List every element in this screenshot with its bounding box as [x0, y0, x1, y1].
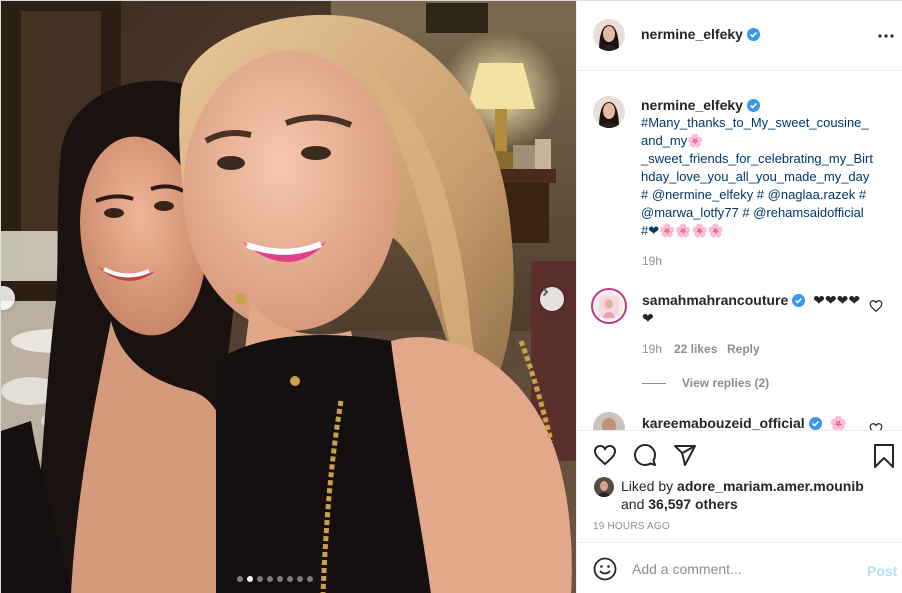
carousel-dot[interactable]	[257, 576, 263, 582]
caption-line[interactable]: and_my🌸	[641, 132, 891, 150]
commenter-username[interactable]: kareemabouzeid_official	[642, 415, 805, 430]
comment-text: 🌸	[829, 415, 847, 430]
comment-likes-count[interactable]: 22 likes	[674, 342, 717, 356]
avatar-image	[593, 412, 625, 430]
carousel-dot[interactable]	[297, 576, 303, 582]
commenter-avatar[interactable]	[593, 412, 625, 430]
view-replies-label: View replies (2)	[682, 376, 770, 390]
post-header: nermine_elfeky	[577, 1, 902, 71]
commenter-avatar[interactable]	[591, 288, 627, 324]
liked-by-and: and	[621, 496, 645, 512]
view-replies-button[interactable]: View replies (2)	[642, 376, 769, 390]
author-username[interactable]: nermine_elfeky	[641, 26, 743, 42]
post-timestamp[interactable]: 19 HOURS AGO	[593, 521, 670, 532]
comment-text-line2: ❤	[642, 310, 654, 326]
photo-illustration	[1, 1, 576, 593]
post-actions: Liked by adore_mariam.amer.mounib and 36…	[577, 430, 902, 542]
liker-avatar[interactable]	[594, 477, 614, 497]
author-avatar[interactable]	[593, 19, 625, 51]
chevron-right-icon	[542, 287, 549, 297]
caption-text: #Many_thanks_to_My_sweet_cousine_ and_my…	[641, 114, 891, 240]
comment-icon[interactable]	[633, 443, 657, 467]
instagram-post-modal: nermine_elfeky nermine_elfeky #Many_than…	[0, 0, 902, 593]
carousel-dot[interactable]	[277, 576, 283, 582]
share-icon[interactable]	[673, 443, 697, 467]
caption-line[interactable]: @marwa_lotfy77 # @rehamsaidofficial	[641, 204, 891, 222]
like-comment-heart-icon[interactable]	[869, 299, 883, 313]
caption-line[interactable]: # @nermine_elfeky # @naglaa.razek #	[641, 186, 891, 204]
avatar-image	[595, 292, 623, 320]
author-name-row: nermine_elfeky	[641, 26, 760, 44]
post-photo[interactable]	[1, 1, 576, 593]
comment-reply-button[interactable]: Reply	[727, 342, 760, 356]
comment-2: kareemabouzeid_official 🌸	[642, 414, 892, 430]
liked-by-user[interactable]: adore_mariam.amer.mounib	[677, 478, 864, 494]
like-comment-heart-icon[interactable]	[869, 422, 883, 430]
caption-author-avatar[interactable]	[593, 96, 625, 128]
add-comment-input[interactable]	[632, 557, 852, 581]
liked-by-others[interactable]: 36,597 others	[648, 496, 738, 512]
carousel-dot[interactable]	[247, 576, 253, 582]
avatar-image	[594, 477, 614, 497]
caption-line[interactable]: hday_love_you_all_you_made_my_day	[641, 168, 891, 186]
carousel-next-button[interactable]	[540, 287, 564, 311]
avatar-image	[593, 96, 625, 128]
carousel-dot[interactable]	[267, 576, 273, 582]
comment-text-line1: ❤❤❤❤	[813, 292, 861, 308]
comments-list[interactable]: nermine_elfeky #Many_thanks_to_My_sweet_…	[577, 72, 902, 430]
liked-by-text: Liked by adore_mariam.amer.mounib and 36…	[621, 477, 891, 513]
caption-line[interactable]: #Many_thanks_to_My_sweet_cousine_	[641, 114, 891, 132]
comment-1: samahmahrancouture ❤❤❤❤ ❤	[642, 291, 892, 327]
caption-line[interactable]: #❤🌸🌸🌸🌸	[641, 222, 891, 240]
carousel-dot[interactable]	[307, 576, 313, 582]
carousel-dots	[237, 576, 313, 582]
verified-badge-icon	[746, 99, 760, 112]
replies-divider-line	[642, 382, 666, 384]
carousel-dot[interactable]	[287, 576, 293, 582]
avatar-image	[593, 19, 625, 51]
commenter-username[interactable]: samahmahrancouture	[642, 292, 788, 308]
verified-badge-icon	[792, 294, 806, 307]
carousel-dot[interactable]	[237, 576, 243, 582]
verified-badge-icon	[746, 28, 760, 41]
bookmark-icon[interactable]	[873, 443, 895, 469]
emoji-icon[interactable]	[593, 557, 617, 581]
caption-line[interactable]: _sweet_friends_for_celebrating_my_Birt	[641, 150, 891, 168]
comment-time[interactable]: 19h	[642, 342, 662, 356]
caption-time[interactable]: 19h	[642, 254, 662, 268]
post-comment-button[interactable]: Post	[867, 563, 897, 579]
verified-badge-icon	[808, 417, 822, 430]
add-comment-bar: Post	[577, 542, 902, 593]
heart-icon[interactable]	[593, 443, 617, 467]
caption-author-username[interactable]: nermine_elfeky	[641, 97, 743, 113]
post-side-panel: nermine_elfeky nermine_elfeky #Many_than…	[576, 1, 902, 593]
more-options-icon[interactable]	[877, 27, 895, 45]
caption-author-row: nermine_elfeky	[641, 97, 760, 115]
liked-by-prefix: Liked by	[621, 478, 674, 494]
